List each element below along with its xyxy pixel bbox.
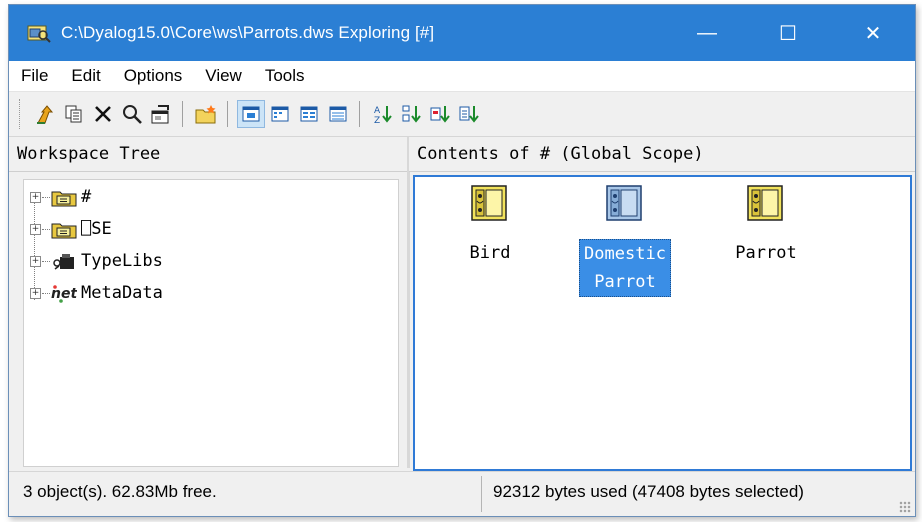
toolbar-grip[interactable] (19, 99, 23, 129)
tree-node-label: TypeLibs (81, 251, 163, 271)
expand-icon[interactable]: + (30, 191, 41, 203)
expand-icon[interactable]: + (30, 287, 41, 299)
toolbar: AZ (9, 92, 915, 137)
tree-node-root[interactable]: + # (30, 182, 91, 212)
status-bar: 3 object(s). 62.83Mb free. 92312 bytes u… (9, 471, 915, 516)
tree-node-label: ⎕SE (81, 219, 112, 239)
status-separator (481, 476, 482, 512)
explorer-panes: Workspace Tree Contents of # (Global Sco… (9, 137, 915, 471)
size-grip[interactable] (899, 501, 911, 513)
contents-item-label: Parrot (735, 243, 797, 263)
title-bar[interactable]: C:\Dyalog15.0\Core\ws\Parrots.dws Explor… (9, 5, 915, 61)
namespace-icon (51, 187, 77, 207)
new-namespace-icon[interactable] (192, 100, 220, 128)
class-icon (746, 183, 786, 223)
sort-by-date-icon[interactable] (456, 100, 484, 128)
tree-node-typelibs[interactable]: + TypeLibs (30, 246, 163, 276)
workspace-explorer-app-icon (27, 23, 51, 43)
small-icons-view-icon[interactable] (266, 100, 294, 128)
minimize-button[interactable]: — (671, 5, 743, 61)
menu-file[interactable]: File (21, 66, 48, 86)
namespace-icon (51, 219, 77, 239)
workspace-tree[interactable]: + # + ⎕SE + TypeLibs + net MetaData (23, 179, 399, 467)
copy-icon[interactable] (60, 100, 88, 128)
tree-node-label: # (81, 187, 92, 207)
tree-node-label: MetaData (81, 283, 163, 303)
maximize-button[interactable]: ☐ (752, 5, 824, 61)
typelibs-icon (51, 251, 77, 271)
close-button[interactable]: ✕ (837, 5, 909, 61)
up-one-level-icon[interactable] (31, 100, 59, 128)
status-bytes-used: 92312 bytes used (47408 bytes selected) (493, 482, 804, 501)
tree-node-metadata[interactable]: + net MetaData (30, 278, 163, 308)
menu-edit[interactable]: Edit (71, 66, 100, 86)
menu-options[interactable]: Options (124, 66, 183, 86)
contents-item-label: Bird (469, 243, 511, 263)
svg-text:A: A (374, 106, 381, 116)
window-title: C:\Dyalog15.0\Core\ws\Parrots.dws Explor… (61, 23, 435, 42)
pane-splitter[interactable] (407, 137, 410, 468)
explorer-window: C:\Dyalog15.0\Core\ws\Parrots.dws Explor… (8, 4, 916, 517)
toolbar-separator (227, 101, 228, 127)
sort-by-size-icon[interactable] (427, 100, 455, 128)
contents-item-bird[interactable]: Bird (425, 183, 555, 267)
details-view-icon[interactable] (324, 100, 352, 128)
sort-by-type-icon[interactable] (398, 100, 426, 128)
contents-item-label: Domestic Parrot (579, 239, 671, 297)
class-icon (470, 183, 510, 223)
net-metadata-icon: net (51, 283, 77, 303)
expand-icon[interactable]: + (30, 255, 41, 267)
contents-item-domestic-parrot[interactable]: Domestic Parrot (560, 183, 690, 297)
status-objects-free: 3 object(s). 62.83Mb free. (23, 482, 217, 501)
delete-icon[interactable] (89, 100, 117, 128)
toolbar-separator (359, 101, 360, 127)
class-icon (605, 183, 645, 223)
tree-pane-header: Workspace Tree (9, 137, 407, 172)
large-icons-view-icon[interactable] (237, 100, 265, 128)
tree-node-se[interactable]: + ⎕SE (30, 214, 112, 244)
contents-pane[interactable]: Bird Domestic Parrot Parrot (413, 175, 912, 471)
properties-icon[interactable] (147, 100, 175, 128)
contents-item-parrot[interactable]: Parrot (701, 183, 831, 267)
toolbar-separator (182, 101, 183, 127)
menu-bar: File Edit Options View Tools (9, 61, 915, 92)
sort-by-name-icon[interactable]: AZ (369, 100, 397, 128)
find-icon[interactable] (118, 100, 146, 128)
contents-pane-header: Contents of # (Global Scope) (409, 137, 915, 172)
menu-view[interactable]: View (205, 66, 242, 86)
svg-text:Z: Z (374, 116, 380, 125)
list-view-icon[interactable] (295, 100, 323, 128)
expand-icon[interactable]: + (30, 223, 41, 235)
menu-tools[interactable]: Tools (265, 66, 305, 86)
